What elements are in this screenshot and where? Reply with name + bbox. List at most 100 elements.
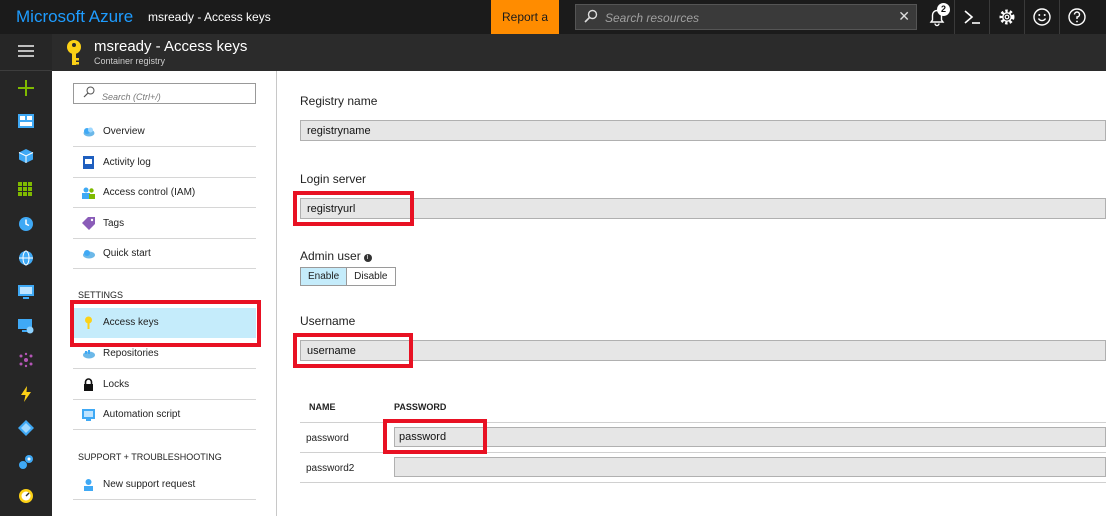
menu-item-label: Automation script [103,409,181,420]
cloud-icon [83,127,95,137]
resource-menu: Search (Ctrl+/) Overview Activity log Ac… [52,71,277,516]
help-icon [1068,8,1086,26]
menu-item-label: Quick start [103,248,151,259]
highlight-box [293,333,413,368]
new-resource-button[interactable] [0,70,52,104]
diamond-icon [18,420,34,436]
grid-icon [18,182,32,196]
password2-field[interactable] [394,457,1106,477]
advisor-button[interactable] [0,478,52,512]
resource-groups-button[interactable] [0,138,52,172]
virtual-machines-button[interactable] [0,274,52,308]
menu-item-label: Access control (IAM) [103,187,196,198]
clock-icon [19,217,33,231]
search-box[interactable]: Search resources ✕ [575,4,917,30]
dashboard-button[interactable] [0,104,52,138]
registry-name-field[interactable]: registryname [300,120,1106,141]
password2-name: password2 [306,463,355,474]
menu-item-label: New support request [103,479,196,490]
top-bar: Microsoft Azure msready - Access keys Re… [0,0,1106,58]
lock-icon [84,378,93,391]
password-name: password [306,433,349,444]
admin-user-toggle[interactable]: Enable Disable [300,267,396,286]
table-header-password: PASSWORD [394,402,447,412]
cosmos-button[interactable] [0,342,52,376]
classic-vm-button[interactable] [0,308,52,342]
close-icon[interactable]: ✕ [898,8,910,25]
settings-section-header: SETTINGS [78,290,124,300]
all-resources-button[interactable] [0,172,52,206]
menu-item-overview[interactable]: Overview [73,117,256,147]
help-button[interactable] [1060,0,1094,34]
breadcrumb[interactable]: msready - Access keys [148,10,271,24]
sql-db-button[interactable] [0,444,52,478]
registry-name-label: Registry name [300,94,378,108]
menu-search-box[interactable]: Search (Ctrl+/) [73,83,256,104]
table-header-name: NAME [309,402,336,412]
menu-item-label: Tags [103,218,125,229]
functions-button[interactable] [0,376,52,410]
menu-item-quick-start[interactable]: Quick start [73,239,256,269]
globe-icon [19,250,33,266]
monitor-icon [18,285,34,299]
table-row: password2 [300,453,1106,483]
notification-badge: 2 [937,3,950,16]
hamburger-icon [18,45,34,57]
support-section-header: SUPPORT + TROUBLESHOOTING [78,452,222,462]
cloud-shell-button[interactable] [955,0,989,34]
log-icon [83,156,94,169]
menu-item-label: Overview [103,126,145,137]
brand-logo[interactable]: Microsoft Azure [16,7,133,27]
database-link-icon [19,455,33,469]
monitor-cloud-icon [18,319,34,334]
support-person-icon [84,479,93,491]
app-services-button[interactable] [0,240,52,274]
enable-option[interactable]: Enable [301,268,348,285]
report-bug-button[interactable]: Report a bug [491,0,559,58]
users-icon [82,187,95,199]
plus-icon [18,80,34,96]
search-icon [584,9,598,23]
menu-item-automation-script[interactable]: Automation script [73,400,256,430]
gear-icon [999,9,1015,25]
highlight-box [70,300,261,347]
dots-network-icon [19,352,33,368]
menu-item-locks[interactable]: Locks [73,370,256,400]
menu-item-activity-log[interactable]: Activity log [73,148,256,178]
blade-subtitle: Container registry [94,56,166,66]
blade-header: msready - Access keys Container registry [52,34,1106,71]
search-input[interactable]: Search resources [605,11,699,25]
menu-item-label: Locks [103,379,130,390]
menu-search-input[interactable]: Search (Ctrl+/) [102,92,161,102]
hamburger-button[interactable] [0,34,52,68]
tag-icon [82,217,95,230]
menu-item-access-control[interactable]: Access control (IAM) [73,178,256,208]
login-server-field[interactable]: registryurl [300,198,1106,219]
left-rail [0,34,52,516]
feedback-button[interactable] [1025,0,1059,34]
search-icon [83,86,95,98]
login-server-label: Login server [300,172,367,186]
gauge-icon [19,489,33,503]
recent-button[interactable] [0,206,52,240]
sql-button[interactable] [0,410,52,444]
notifications-button[interactable]: 2 [920,0,954,34]
blade-title: msready - Access keys [94,38,248,55]
username-field[interactable]: username [300,340,1106,361]
dashboard-icon [18,114,34,128]
smiley-icon [1033,8,1051,26]
username-label: Username [300,314,356,328]
admin-user-label: Admin user i [300,249,372,263]
menu-item-label: Activity log [103,157,151,168]
disable-option[interactable]: Disable [347,268,394,285]
menu-item-tags[interactable]: Tags [73,209,256,239]
info-icon[interactable]: i [363,254,372,262]
settings-button[interactable] [990,0,1024,34]
cloud-lightning-icon [83,250,95,259]
cube-icon [18,149,34,163]
highlight-box [293,191,414,226]
registry-name-value: registryname [307,125,371,137]
menu-item-new-support-request[interactable]: New support request [73,470,256,500]
highlight-box [383,419,487,454]
password-field[interactable]: password [394,427,1106,447]
